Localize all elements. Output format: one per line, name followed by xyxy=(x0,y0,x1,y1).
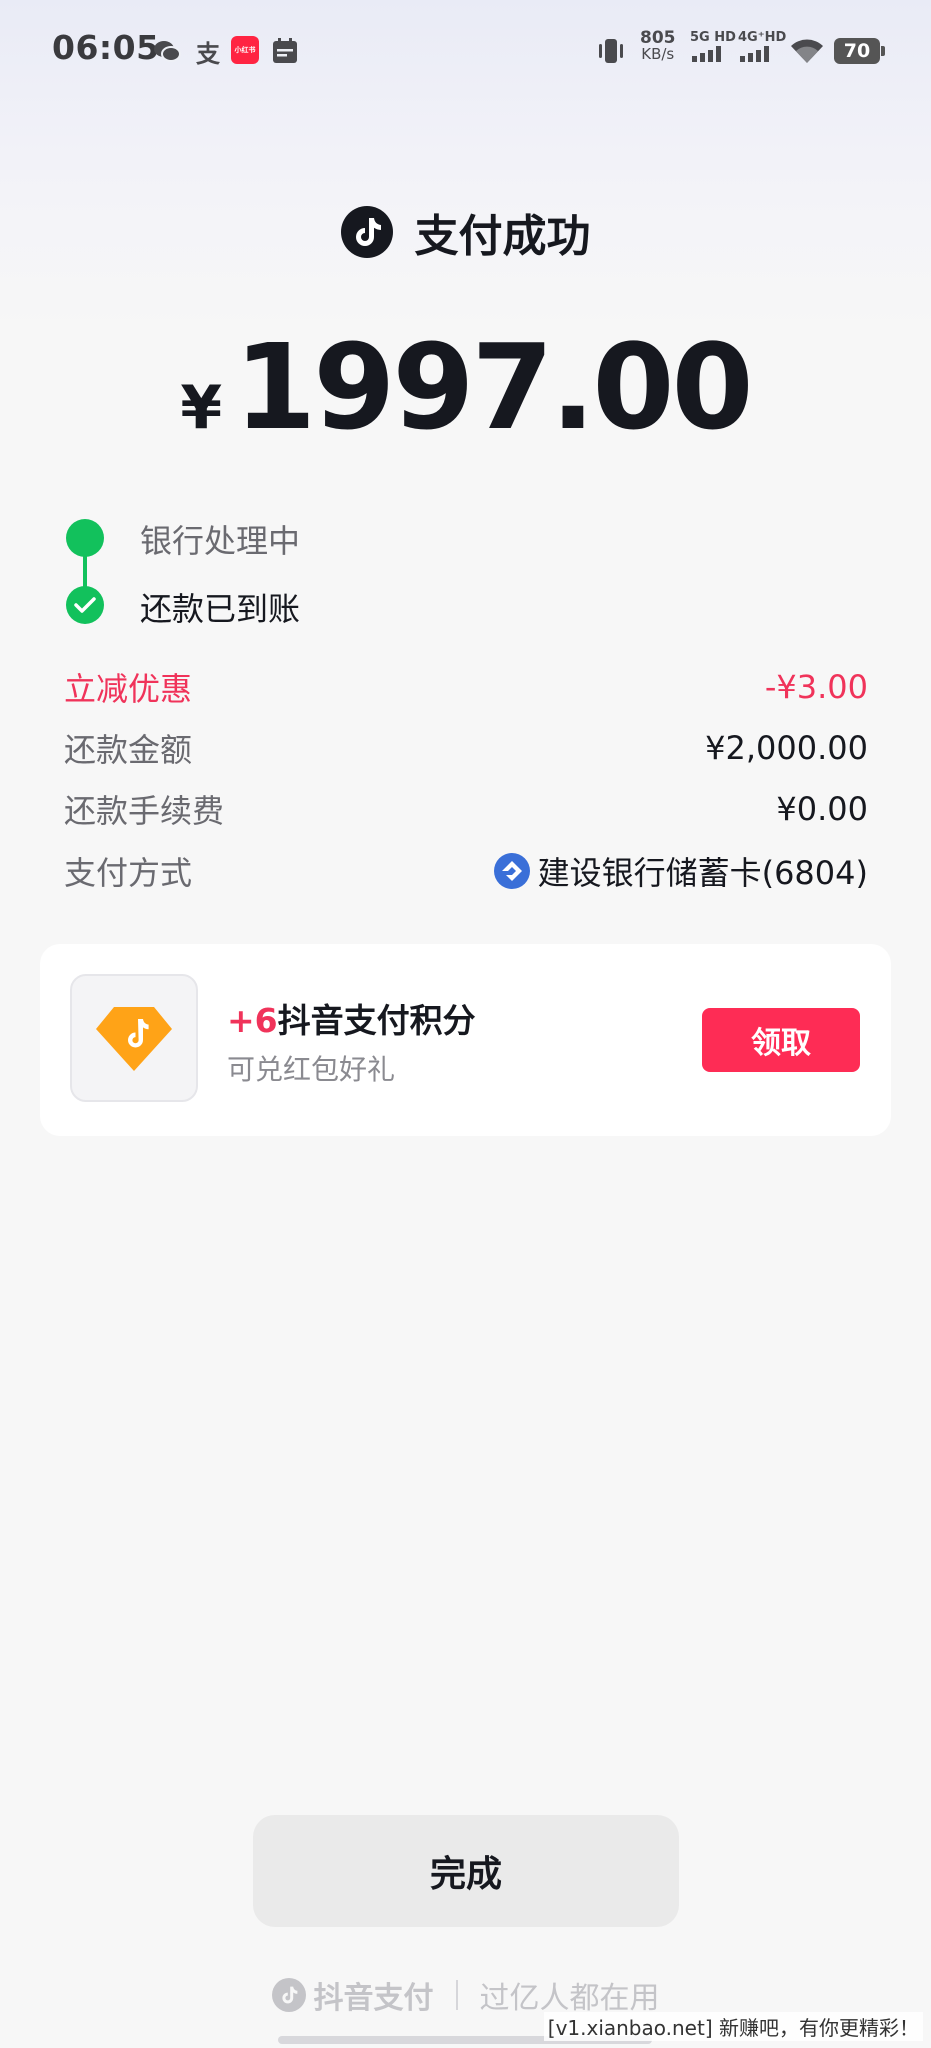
signal-icon xyxy=(740,46,769,62)
sim1-label: 5G HD xyxy=(690,30,736,45)
sim2-signal: 4G⁺HD xyxy=(738,30,786,67)
reward-card: +6抖音支付积分 可兑红包好礼 领取 xyxy=(40,944,891,1136)
payment-amount: ¥ 1997.00 xyxy=(0,318,931,456)
claim-button[interactable]: 领取 xyxy=(702,1008,860,1072)
points-gem-icon xyxy=(96,1007,172,1071)
detail-row-payment-method: 支付方式 建设银行储蓄卡(6804) xyxy=(64,848,868,894)
detail-row-discount: 立减优惠 -¥3.00 xyxy=(64,664,868,710)
step-dot-icon xyxy=(66,519,104,557)
amount-value: 1997.00 xyxy=(234,318,753,456)
wechat-icon xyxy=(152,36,182,66)
reward-title: +6抖音支付积分 xyxy=(227,994,476,1042)
reward-subtitle: 可兑红包好礼 xyxy=(227,1053,396,1086)
detail-label: 还款金额 xyxy=(64,731,193,769)
payment-status-header: 支付成功 xyxy=(0,200,931,264)
footer-slogan: 过亿人都在用 xyxy=(479,1981,660,2016)
detail-value: -¥3.00 xyxy=(764,668,868,706)
sim1-signal: 5G HD xyxy=(690,30,736,67)
alipay-icon: 支 xyxy=(196,39,220,68)
detail-label: 立减优惠 xyxy=(64,670,193,708)
footer-brand-group: 抖音支付 xyxy=(271,1973,434,2017)
signal-icon xyxy=(692,46,721,62)
footer-brand: 抖音支付 过亿人都在用 xyxy=(0,1973,931,2017)
status-time: 06:05 xyxy=(52,28,160,67)
douyin-logo-icon xyxy=(340,206,393,258)
detail-value: ¥2,000.00 xyxy=(705,729,868,767)
calendar-icon xyxy=(270,36,300,66)
watermark: [v1.xianbao.net] 新赚吧，有你更精彩！ xyxy=(543,2012,923,2041)
wifi-icon xyxy=(790,36,824,66)
step-bank-processing: 银行处理中 xyxy=(140,522,301,560)
reward-icon-box xyxy=(70,974,198,1102)
detail-row-fee: 还款手续费 ¥0.00 xyxy=(64,786,868,832)
detail-label: 还款手续费 xyxy=(64,792,225,830)
speed-value: 805 xyxy=(640,28,676,48)
footer-divider xyxy=(455,1980,458,2010)
page-title: 支付成功 xyxy=(414,211,591,262)
footer-brand-name: 抖音支付 xyxy=(313,1981,434,2016)
step-repayment-arrived: 还款已到账 xyxy=(140,590,301,628)
detail-value: ¥0.00 xyxy=(776,790,868,828)
detail-label: 支付方式 xyxy=(64,854,193,892)
douyin-pay-logo-icon xyxy=(271,1978,306,2012)
check-circle-icon xyxy=(66,586,104,624)
ccb-bank-icon xyxy=(493,853,530,889)
reward-title-text: 抖音支付积分 xyxy=(277,1001,476,1040)
done-button[interactable]: 完成 xyxy=(253,1815,679,1927)
network-speed: 805 KB/s xyxy=(640,28,676,63)
vibrate-icon xyxy=(596,36,626,66)
battery-indicator: 70 xyxy=(834,38,885,64)
xiaohongshu-icon: 小红书 xyxy=(231,36,259,64)
detail-value: 建设银行储蓄卡(6804) xyxy=(537,854,868,892)
sim2-label: 4G⁺HD xyxy=(738,30,787,45)
currency-symbol: ¥ xyxy=(180,373,223,443)
reward-points-count: +6 xyxy=(227,1001,278,1040)
payment-method-value: 建设银行储蓄卡(6804) xyxy=(493,848,868,894)
detail-row-repayment-amount: 还款金额 ¥2,000.00 xyxy=(64,725,868,771)
speed-unit: KB/s xyxy=(641,45,675,63)
